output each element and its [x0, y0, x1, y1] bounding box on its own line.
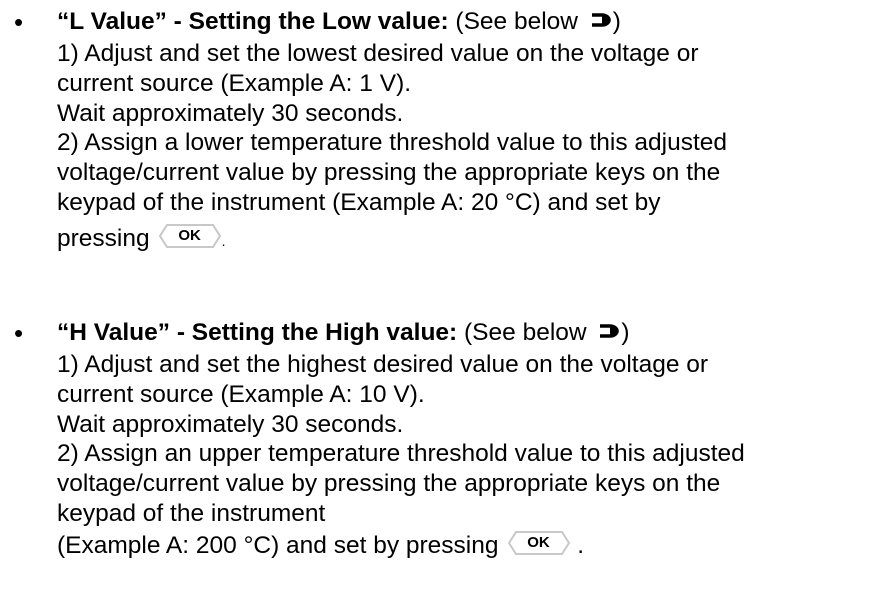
instruction-line: 2) Assign a lower temperature threshold … [57, 129, 728, 157]
list-item-content: “L Value” - Setting the Low value: (See … [57, 5, 885, 252]
instruction-line: 1) Adjust and set the lowest desired val… [57, 40, 699, 67]
instruction-line: keypad of the instrument [57, 499, 326, 527]
right-arrow-icon [600, 324, 620, 338]
heading-note-close: ) [612, 8, 621, 35]
instruction-line: voltage/current value by pressing the ap… [57, 159, 721, 187]
heading-note-text: (See below [457, 319, 594, 346]
ok-key-label: OK [178, 226, 201, 244]
instruction-line: 1) Adjust and set the highest desired va… [57, 351, 709, 378]
heading-bold-text: “H Value” - Setting the High value: [57, 319, 458, 346]
final-text: (Example A: 200 °C) and set by pressing [57, 531, 499, 559]
instruction-line: Wait approximately 30 seconds. [57, 410, 404, 438]
instruction-line: current source (Example A: 1 V). [57, 69, 412, 97]
instruction-line: current source (Example A: 10 V). [57, 380, 425, 408]
heading-note-close: ) [621, 319, 630, 346]
ok-key-icon: OK [158, 222, 222, 250]
final-suffix: . [221, 232, 226, 249]
list-item-content: “H Value” - Setting the High value: (See… [57, 316, 885, 559]
item-heading: “L Value” - Setting the Low value: (See … [57, 5, 885, 39]
item-heading: “H Value” - Setting the High value: (See… [57, 316, 885, 350]
instruction-page: • “L Value” - Setting the Low value: (Se… [0, 0, 885, 596]
heading-bold-text: “L Value” - Setting the Low value: [57, 8, 449, 35]
instruction-line: voltage/current value by pressing the ap… [57, 470, 721, 498]
bullet-icon: • [14, 7, 24, 37]
final-suffix: . [570, 531, 585, 559]
instruction-final-line: (Example A: 200 °C) and set by pressing O… [57, 529, 885, 559]
instruction-line: 2) Assign an upper temperature threshold… [57, 440, 745, 468]
right-arrow-icon [591, 13, 611, 27]
instruction-line: keypad of the instrument (Example A: 20 … [57, 188, 661, 216]
ok-key-label: OK [527, 533, 550, 551]
bullet-icon: • [14, 318, 24, 348]
instruction-final-line: pressing OK. [57, 222, 885, 252]
heading-note-text: (See below [448, 8, 585, 35]
final-text: pressing [57, 224, 150, 252]
ok-key-icon: OK [507, 529, 571, 557]
instruction-line: Wait approximately 30 seconds. [57, 99, 404, 127]
